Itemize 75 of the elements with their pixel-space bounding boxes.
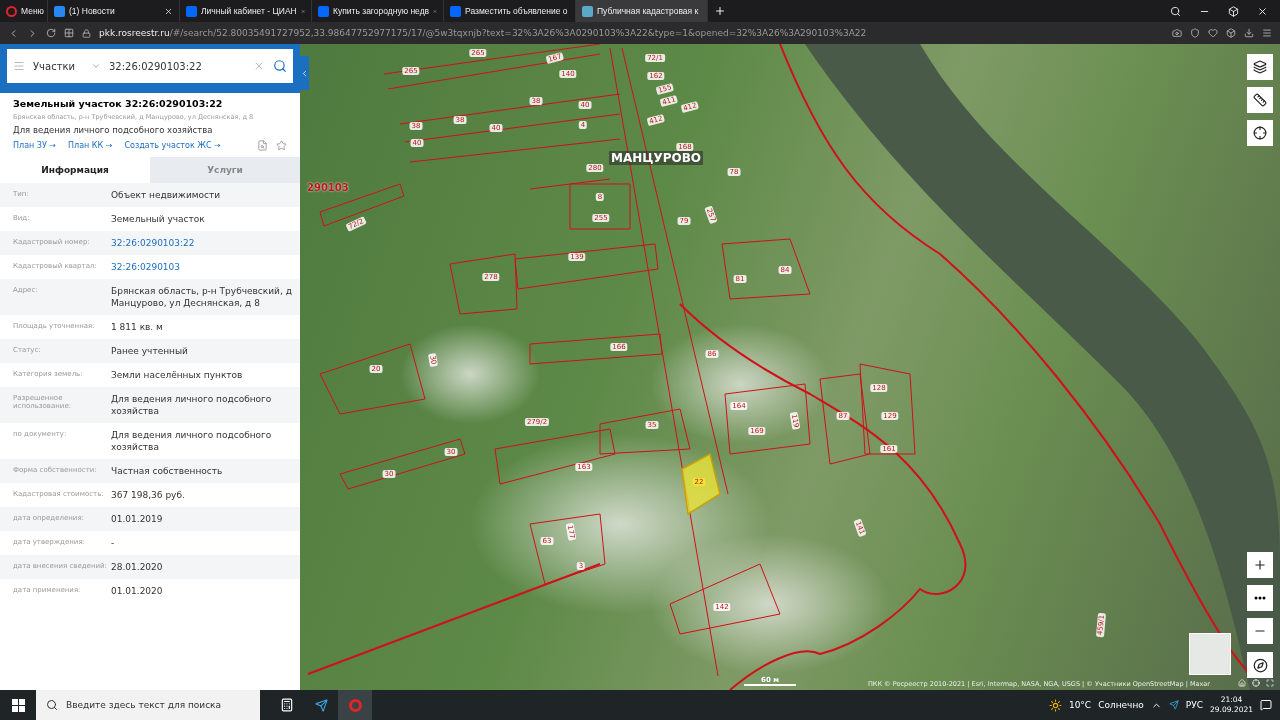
field-value: Земли населённых пунктов [111, 369, 244, 381]
plan-link[interactable]: План КК → [68, 141, 113, 150]
field-value: Частная собственность [111, 465, 224, 477]
close-icon[interactable] [164, 6, 173, 16]
reload-icon[interactable] [46, 28, 56, 38]
zoom-in-button[interactable] [1247, 552, 1273, 578]
browser-tab[interactable]: Публичная кадастровая к [576, 0, 708, 22]
field-value: Объект недвижимости [111, 189, 222, 201]
restore-icon[interactable] [1228, 5, 1239, 17]
calculator-icon [280, 698, 294, 712]
field-value: 1 811 кв. м [111, 321, 164, 333]
field-value: 01.01.2020 [111, 585, 164, 597]
grid-icon[interactable] [64, 28, 74, 38]
plan-link[interactable]: План ЗУ → [13, 141, 57, 150]
sun-icon[interactable] [1048, 698, 1062, 712]
menu-icon[interactable] [1262, 28, 1272, 38]
field-value: Для ведения личного подсобного хозяйства [111, 429, 273, 453]
zoom-out-button[interactable] [1247, 618, 1273, 644]
field-value: - [111, 537, 116, 549]
quarter-label: 290103 [307, 182, 349, 193]
compass-icon [1252, 657, 1268, 673]
layers-button[interactable] [1247, 54, 1273, 80]
locate-icon[interactable] [1252, 679, 1260, 687]
search-value: 32:26:0290103:22 [109, 60, 203, 72]
field-link[interactable]: 32:26:0290103 [111, 261, 300, 273]
paper-plane-icon [314, 698, 328, 712]
plan-link[interactable]: Создать участок ЖС → [124, 141, 221, 150]
windows-logo-icon[interactable] [11, 698, 25, 712]
parcel-outline [569, 183, 631, 230]
shield-icon[interactable] [1190, 28, 1200, 38]
search-icon [46, 699, 58, 711]
object-purpose: Для ведения личного подсобного хозяйства [12, 124, 214, 137]
notifications-icon[interactable] [1260, 699, 1272, 711]
field-value: 367 198,36 руб. [111, 489, 186, 501]
more-button[interactable] [1247, 585, 1273, 611]
cube-icon[interactable] [1226, 28, 1236, 38]
field-value: Для ведения личного подсобного хозяйства [111, 393, 273, 417]
locate-button[interactable] [1247, 120, 1273, 146]
taskbar-search-field[interactable]: Введите здесь текст для поиска [36, 690, 260, 720]
category-select[interactable]: Участки [33, 60, 83, 72]
search-field[interactable]: Участки 32:26:0290103:22 [7, 49, 293, 83]
plus-icon [1253, 558, 1267, 572]
field-value: 28.01.2020 [111, 561, 164, 573]
ring-logo-icon [348, 698, 362, 712]
field-value: 01.01.2019 [111, 513, 164, 525]
panel-tab[interactable]: Услуги [150, 157, 300, 183]
layers-icon [1253, 60, 1267, 74]
new-tab-icon[interactable] [714, 5, 726, 17]
object-title: Земельный участок 32:26:0290103:22 [12, 97, 224, 111]
field-value: Брянская область, р-н Трубчевский, д Манцурово, ул Деснянская, д 8 [111, 285, 293, 309]
ruler-icon [1253, 93, 1267, 107]
field-link[interactable]: 32:26:0290103:22 [111, 237, 300, 249]
language-indicator[interactable]: РУС [1185, 700, 1204, 710]
chevron-left-icon [300, 68, 309, 78]
ruler-button[interactable] [1247, 87, 1273, 113]
dots-icon [1254, 596, 1266, 600]
search-icon[interactable] [1170, 5, 1181, 17]
fullscreen-icon[interactable] [1266, 679, 1274, 687]
compass-button[interactable] [1247, 652, 1273, 678]
ring-logo-icon [6, 5, 17, 17]
lock-icon [82, 28, 91, 38]
close-icon[interactable] [1257, 5, 1268, 17]
star-icon[interactable] [276, 140, 287, 151]
square-logo-icon [54, 5, 65, 17]
download-icon[interactable] [1244, 28, 1254, 38]
camera-icon[interactable] [1172, 28, 1182, 38]
field-value: Ранее учтенный [111, 345, 189, 357]
heart-icon[interactable] [1208, 28, 1218, 38]
selected-parcel-drawing [681, 452, 721, 516]
crosshair-icon [1253, 126, 1267, 140]
temperature: 10°C [1068, 700, 1092, 710]
field-value: Земельный участок [111, 213, 206, 225]
home-icon[interactable] [1238, 679, 1246, 687]
settlement-label: МАНЦУРОВО [609, 151, 703, 165]
weather-text: Солнечно [1098, 700, 1144, 710]
